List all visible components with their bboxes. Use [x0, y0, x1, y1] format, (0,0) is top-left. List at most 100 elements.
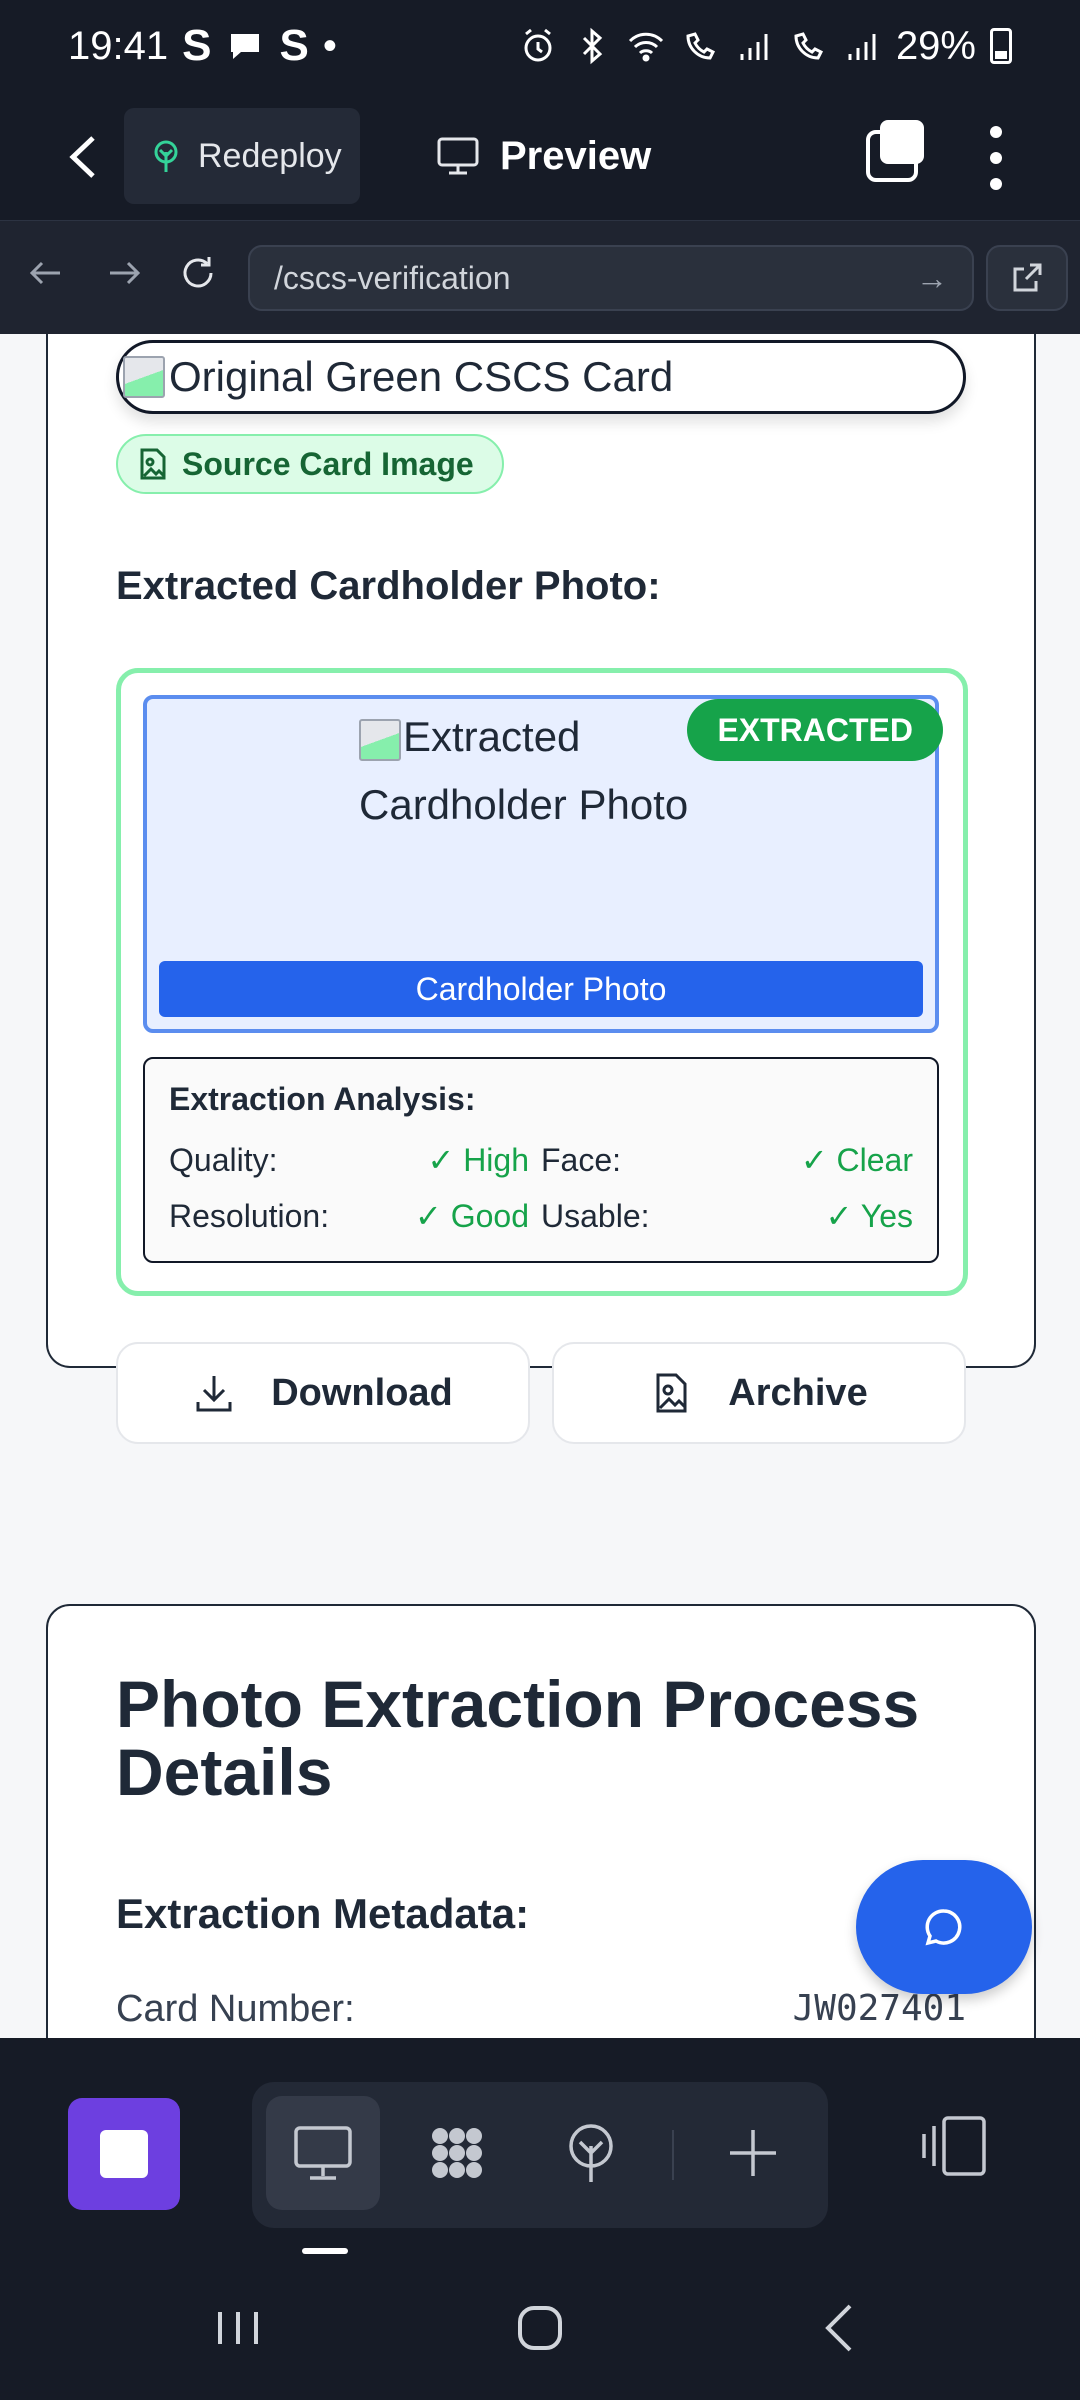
external-link-icon: [1013, 263, 1042, 292]
system-back-button[interactable]: [812, 2298, 872, 2358]
bluetooth-icon: [582, 27, 603, 65]
system-navigation-bar: [0, 2258, 1080, 2400]
s-app-icon-2: S: [279, 21, 309, 70]
image-file-icon: [656, 1373, 687, 1413]
grid-nodes-icon: [432, 2128, 482, 2178]
deploy-tree-icon: [154, 140, 178, 172]
chat-notification-icon: [231, 34, 260, 59]
toolbar-divider: [672, 2130, 674, 2180]
recent-apps-icon: [218, 2312, 258, 2344]
signal-calling-icon: [794, 32, 823, 60]
more-options-button[interactable]: [976, 120, 1016, 196]
monitor-icon: [294, 2126, 352, 2180]
webview-content: Original Green CSCS Card Source Card Ima…: [0, 334, 1080, 2038]
download-button[interactable]: Download: [116, 1342, 530, 1444]
stop-app-button[interactable]: [68, 2098, 180, 2210]
redeploy-label: Redeploy: [198, 136, 342, 175]
open-external-button[interactable]: [986, 245, 1068, 311]
analysis-label: Face:: [541, 1141, 622, 1178]
back-button[interactable]: [58, 122, 108, 192]
status-bar: 19:41 S S • 29%: [0, 0, 1080, 92]
url-text: /cscs-verification: [274, 259, 511, 296]
notification-dot-icon: •: [322, 23, 337, 68]
archive-label: Archive: [728, 1371, 868, 1414]
browser-back-button[interactable]: [26, 253, 76, 303]
metadata-heading: Extraction Metadata:: [116, 1890, 530, 1937]
browser-forward-button[interactable]: [104, 253, 154, 303]
analysis-cell-quality: Quality: ✓ High: [169, 1141, 541, 1179]
alarm-icon: [524, 28, 552, 62]
extraction-analysis-box: Extraction Analysis: Quality: ✓ High Fac…: [143, 1057, 939, 1263]
broken-image-icon: [123, 356, 165, 398]
analysis-value: ✓ Yes: [825, 1198, 913, 1234]
source-card-badge-label: Source Card Image: [182, 445, 474, 482]
desktop-view-button[interactable]: [266, 2096, 380, 2210]
go-arrow-icon[interactable]: →: [916, 260, 948, 297]
card-number-label: Card Number:: [116, 1988, 355, 2030]
status-right: 29%: [518, 24, 1012, 69]
monitor-icon: [437, 137, 479, 175]
analysis-cell-usable: Usable: ✓ Yes: [541, 1197, 913, 1235]
view-mode-group: [252, 2082, 828, 2228]
side-panel-button[interactable]: [918, 2110, 998, 2190]
arrow-left-icon: [29, 261, 60, 285]
analysis-value: ✓ Clear: [800, 1142, 913, 1178]
home-icon: [518, 2306, 562, 2350]
tabs-switcher-button[interactable]: [866, 120, 926, 182]
archive-button[interactable]: Archive: [552, 1342, 966, 1444]
broken-image-icon: [359, 718, 401, 761]
extracted-photo-image: Extracted Cardholder Photo: [359, 703, 739, 839]
bottom-toolbar: [0, 2038, 1080, 2258]
redeploy-button[interactable]: Redeploy: [124, 108, 360, 204]
battery-percentage: 29%: [895, 23, 976, 68]
preview-label: Preview: [500, 133, 652, 178]
app-header: Redeploy Preview: [0, 92, 1080, 220]
add-button[interactable]: [696, 2096, 810, 2210]
analysis-cell-resolution: Resolution: ✓ Good: [169, 1197, 541, 1235]
original-card-image-alt: Original Green CSCS Card: [169, 353, 674, 400]
reload-button[interactable]: [178, 253, 228, 303]
s-app-icon: S: [182, 21, 212, 70]
extracted-photo-panel: Extracted Cardholder Photo EXTRACTED Car…: [116, 668, 968, 1296]
analysis-label: Resolution:: [169, 1197, 330, 1234]
signal-icon-2: [848, 34, 876, 60]
download-icon: [196, 1376, 232, 1412]
home-button[interactable]: [510, 2298, 570, 2358]
status-time: 19:41: [68, 23, 169, 68]
preview-button[interactable]: Preview: [436, 108, 651, 204]
extracted-status-badge: EXTRACTED: [687, 699, 943, 761]
signal-icon-1: [740, 34, 768, 60]
dot-icon: [990, 178, 1002, 190]
analysis-cell-face: Face: ✓ Clear: [541, 1141, 913, 1179]
analysis-value: ✓ Good: [415, 1198, 529, 1234]
integrations-button[interactable]: [400, 2096, 514, 2210]
extracted-photo-frame: Extracted Cardholder Photo EXTRACTED Car…: [143, 695, 943, 1033]
wifi-calling-icon: [686, 32, 715, 60]
deploy-button[interactable]: [534, 2096, 648, 2210]
analysis-label: Quality:: [169, 1141, 278, 1178]
recent-apps-button[interactable]: [208, 2298, 268, 2358]
extracted-photo-heading: Extracted Cardholder Photo:: [116, 564, 661, 608]
download-label: Download: [271, 1371, 453, 1414]
tabs-front-square-icon: [880, 120, 924, 164]
deploy-tree-icon: [569, 2124, 613, 2182]
chat-bubble-icon: [925, 1909, 962, 1946]
metadata-row: Card Number: JW027401: [116, 1988, 966, 2031]
source-card-panel: Original Green CSCS Card Source Card Ima…: [46, 334, 1036, 1444]
process-details-title: Photo Extraction Process Details: [116, 1667, 920, 1809]
extracted-photo-alt: Extracted Cardholder Photo: [359, 713, 689, 828]
wifi-icon: [628, 32, 663, 62]
dot-icon: [990, 152, 1002, 164]
browser-toolbar: /cscs-verification →: [0, 220, 1080, 334]
url-input[interactable]: /cscs-verification →: [248, 245, 974, 311]
active-indicator: [302, 2248, 348, 2254]
dot-icon: [990, 126, 1002, 138]
source-card-badge: Source Card Image: [116, 434, 504, 494]
card-number-value: JW027401: [792, 1988, 966, 2029]
chat-fab-button[interactable]: [856, 1860, 1032, 1994]
analysis-row: Resolution: ✓ Good Usable: ✓ Yes: [169, 1188, 913, 1244]
plus-icon: [730, 2130, 776, 2176]
back-chevron-icon: [825, 2304, 852, 2352]
analysis-title: Extraction Analysis:: [169, 1081, 476, 1117]
status-left: 19:41 S S •: [68, 21, 337, 71]
